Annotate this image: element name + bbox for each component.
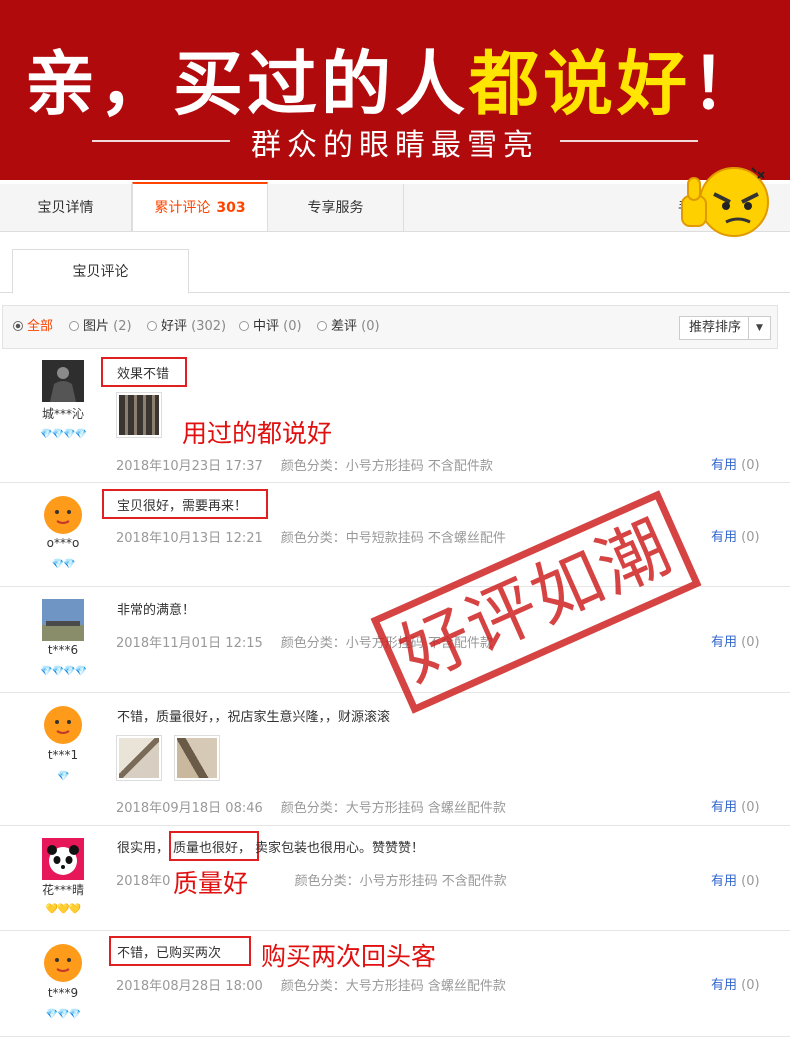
review-text: 效果不错 (117, 367, 170, 382)
annotation-text: 质量好 (171, 864, 251, 900)
useful-button[interactable]: 有用 (0) (711, 974, 760, 993)
chevron-down-icon: ▼ (748, 317, 770, 339)
radio-icon (69, 321, 79, 331)
review-item: t***1 💎 不错，质量很好，，祝店家生意兴隆，，财源滚滚 2018年09月1… (0, 693, 790, 826)
annotation-text: 用过的都说好 (182, 419, 333, 448)
review-meta: 2018年10月23日 17:37 颜色分类：小号方形挂码 不含配件款 (116, 459, 493, 474)
review-item: 花***晴 💛💛💛 很实用， 质量也很好， 卖家包装也很用心。赞赞赞！ 2018年0… (0, 826, 790, 931)
review-meta: 2018年08月28日 18:00 颜色分类：大号方形挂码 含螺丝配件款 (116, 979, 506, 994)
review-photo[interactable] (116, 735, 162, 781)
review-meta: 2018年10月13日 12:21 颜色分类：中号短款挂码 不含螺丝配件 (116, 531, 506, 546)
banner-subtitle: 群众的眼睛最雪亮 (251, 128, 539, 163)
review-text: 不错，质量很好，，祝店家生意兴隆，，财源滚滚 (117, 710, 391, 725)
banner-divider-right (560, 140, 698, 142)
avatar (42, 703, 84, 745)
radio-icon (317, 321, 327, 331)
useful-button[interactable]: 有用 (0) (711, 870, 760, 889)
subtab-bar: 宝贝评论 (0, 249, 790, 294)
review-text: 不错，已购买两次 (117, 946, 222, 961)
reviewer-rank-icon: 💎💎💎💎 (40, 429, 87, 440)
product-tabbar: 宝贝详情 累计评论303 专享服务 手 (0, 182, 790, 232)
avatar (42, 941, 84, 983)
avatar (42, 599, 84, 641)
review-item: t***9 💎💎💎 不错，已购买两次 购买两次回头客 2018年08月28日 1… (0, 931, 790, 1037)
reviewer-name: t***1 (47, 748, 79, 762)
reviewer-name: 城***沁 (41, 407, 84, 421)
radio-icon (147, 321, 157, 331)
filter-all[interactable]: 全部 (13, 306, 53, 348)
tab-details[interactable]: 宝贝详情 (0, 184, 132, 232)
useful-button[interactable]: 有用 (0) (711, 526, 760, 545)
review-photo[interactable] (174, 735, 220, 781)
review-text: 很实用， 质量也很好， 卖家包装也很用心。赞赞赞！ (117, 841, 425, 856)
filter-medium[interactable]: 中评 (0) (239, 306, 302, 348)
annotation-text: 购买两次回头客 (261, 942, 437, 971)
useful-button[interactable]: 有用 (0) (711, 454, 760, 473)
review-item: 城***沁 💎💎💎💎 效果不错 用过的都说好 2018年10月23日 17:37… (0, 350, 790, 483)
promo-banner: 亲，买过的人都说好！ 群众的眼睛最雪亮 (0, 0, 790, 180)
reviewer-name: o***o (46, 536, 80, 550)
reviewer-name: 花***晴 (41, 883, 84, 897)
banner-title: 亲，买过的人都说好！ (25, 43, 765, 125)
review-photo[interactable] (116, 392, 162, 438)
useful-button[interactable]: 有用 (0) (711, 796, 760, 815)
filter-bad[interactable]: 差评 (0) (317, 306, 380, 348)
tab-reviews[interactable]: 累计评论 303 (132, 182, 268, 231)
review-filter-bar: 全部 图片 (2) 好评 (302) 中评 (0) 差评 (0) 推荐排序 ▼ (2, 305, 778, 349)
reviewer-rank-icon: 💎💎💎💎 (40, 666, 87, 677)
radio-icon (239, 321, 249, 331)
radio-icon (13, 321, 23, 331)
useful-button[interactable]: 有用 (0) (711, 631, 760, 650)
reviewer-rank-icon: 💎 (57, 771, 69, 782)
tab-service[interactable]: 专享服务 (268, 184, 404, 232)
thumbs-up-emoji-icon (680, 160, 772, 240)
review-meta: 2018年09月18日 08:46 颜色分类：大号方形挂码 含螺丝配件款 (116, 801, 506, 816)
reviewer-rank-icon: 💎💎💎 (45, 1009, 81, 1020)
filter-images[interactable]: 图片 (2) (69, 306, 132, 348)
reviewer-name: t***6 (47, 643, 79, 657)
sort-dropdown[interactable]: 推荐排序 ▼ (679, 316, 771, 340)
avatar (42, 838, 84, 880)
review-count: 303 (216, 200, 246, 216)
reviewer-name: t***9 (47, 986, 79, 1000)
review-text: 非常的满意！ (117, 603, 196, 618)
avatar (42, 493, 84, 535)
filter-good[interactable]: 好评 (302) (147, 306, 226, 348)
avatar (42, 360, 84, 402)
review-text: 宝贝很好，需要再来！ (117, 499, 248, 514)
reviewer-rank-icon: 💎💎 (51, 559, 76, 570)
subtab-product-reviews[interactable]: 宝贝评论 (12, 249, 189, 294)
reviewer-rank-icon: 💛💛💛 (45, 904, 81, 915)
